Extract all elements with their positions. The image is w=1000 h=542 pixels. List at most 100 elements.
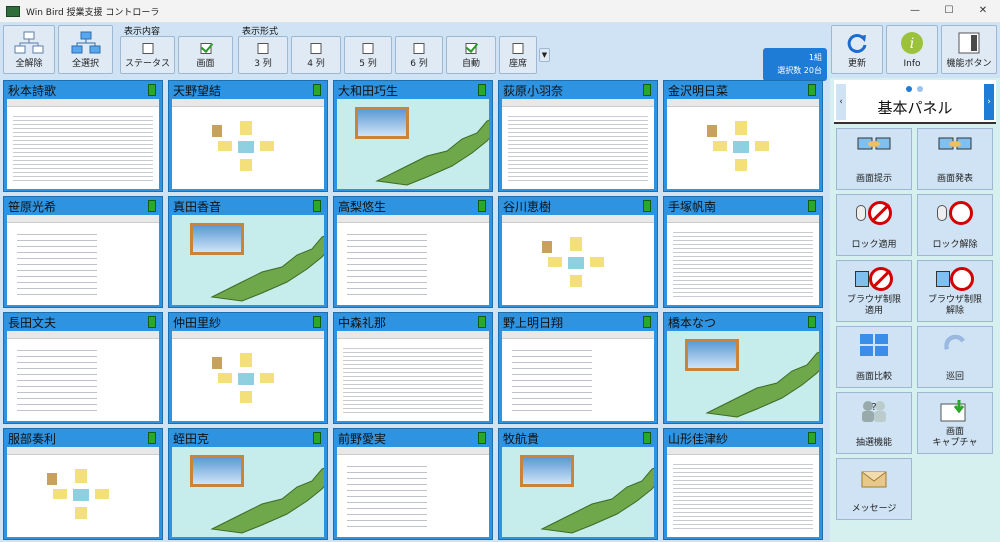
browser-restrict-release-button[interactable]: ブラウザ制限 解除 xyxy=(917,260,993,322)
select-all-button[interactable]: 全選択 xyxy=(58,25,113,74)
screen-thumbnail[interactable] xyxy=(337,215,489,305)
people-question-icon: ? xyxy=(862,401,886,422)
capture-download-icon xyxy=(940,400,966,422)
student-tile[interactable]: 高梨悠生 xyxy=(333,196,493,308)
more-dropdown[interactable]: ▼ xyxy=(539,48,550,62)
panel-header: ‹ 基本パネル › xyxy=(834,80,996,124)
battery-icon xyxy=(808,200,816,212)
lottery-button[interactable]: ? 抽選機能 xyxy=(836,392,912,454)
sky-photo-image xyxy=(190,455,244,487)
screen-thumbnail[interactable] xyxy=(172,331,324,421)
screen-thumbnail[interactable] xyxy=(337,447,489,537)
screen-thumbnail[interactable] xyxy=(667,331,819,421)
browser-restrict-release-label: ブラウザ制限 解除 xyxy=(918,295,992,317)
student-tile[interactable]: 荻原小羽奈 xyxy=(498,80,658,192)
seat-checkbox[interactable] xyxy=(512,43,524,54)
auto-checkbox[interactable] xyxy=(465,43,477,54)
patrol-button[interactable]: 巡回 xyxy=(917,326,993,388)
student-tile[interactable]: 真田香音 xyxy=(168,196,328,308)
status-checkbox[interactable] xyxy=(142,43,153,54)
screen-thumbnail[interactable] xyxy=(172,447,324,537)
student-tile[interactable]: 天野望結 xyxy=(168,80,328,192)
student-tile[interactable]: 服部奏利 xyxy=(3,428,163,540)
screen-thumbnail[interactable] xyxy=(7,447,159,537)
screen-thumbnail[interactable] xyxy=(667,447,819,537)
capture-line1: 画面 xyxy=(945,427,964,437)
student-tile[interactable]: 手塚帆南 xyxy=(663,196,823,308)
screen-thumbnail[interactable] xyxy=(502,99,654,189)
student-tile[interactable]: 中森礼那 xyxy=(333,312,493,424)
screen-thumbnail[interactable] xyxy=(7,331,159,421)
page-dot-active xyxy=(906,86,912,92)
refresh-button[interactable]: 更新 xyxy=(831,25,883,74)
battery-icon xyxy=(313,432,321,444)
minimize-button[interactable]: — xyxy=(900,0,930,22)
clear-all-button[interactable]: 全解除 xyxy=(3,25,55,74)
lock-apply-button[interactable]: ロック適用 xyxy=(836,194,912,256)
info-button[interactable]: i Info xyxy=(886,25,938,74)
student-tile[interactable]: 仲田里紗 xyxy=(168,312,328,424)
panel-next-arrow[interactable]: › xyxy=(984,84,994,120)
col4-toggle[interactable]: 4 列 xyxy=(291,36,341,74)
screen-thumbnail[interactable] xyxy=(172,99,324,189)
screen-thumbnail[interactable] xyxy=(337,331,489,421)
screen-thumbnail[interactable] xyxy=(337,99,489,189)
student-tile[interactable]: 笹原光希 xyxy=(3,196,163,308)
screen-thumbnail[interactable] xyxy=(172,215,324,305)
function-button[interactable]: 機能ボタン xyxy=(941,25,997,74)
screen-toggle[interactable]: 画面 xyxy=(178,36,233,74)
screen-thumbnail[interactable] xyxy=(502,215,654,305)
battery-icon xyxy=(148,200,156,212)
browser-release-line2: 解除 xyxy=(945,306,964,316)
maximize-button[interactable]: ☐ xyxy=(934,0,964,22)
student-tile[interactable]: 大和田巧生 xyxy=(333,80,493,192)
status-toggle[interactable]: ステータス xyxy=(120,36,175,74)
message-button[interactable]: メッセージ xyxy=(836,458,912,520)
select-all-label: 全選択 xyxy=(71,59,99,69)
screen-capture-button[interactable]: 画面 キャプチャ xyxy=(917,392,993,454)
col3-checkbox[interactable] xyxy=(257,43,269,54)
document-content xyxy=(512,345,592,415)
col6-checkbox[interactable] xyxy=(413,43,425,54)
compare-screens-button[interactable]: 画面比較 xyxy=(836,326,912,388)
student-tile[interactable]: 金沢明日菜 xyxy=(663,80,823,192)
class-name: 1組 xyxy=(808,53,822,62)
student-tile[interactable]: 牧航貴 xyxy=(498,428,658,540)
screen-checkbox[interactable] xyxy=(200,43,211,54)
student-tile[interactable]: 山形佳津紗 xyxy=(663,428,823,540)
screen-thumbnail[interactable] xyxy=(502,331,654,421)
lock-release-button[interactable]: ロック解除 xyxy=(917,194,993,256)
col5-checkbox[interactable] xyxy=(362,43,374,54)
seat-toggle[interactable]: 座席 xyxy=(499,36,537,74)
browser-restrict-apply-button[interactable]: ブラウザ制限 適用 xyxy=(836,260,912,322)
close-button[interactable]: ✕ xyxy=(968,0,998,22)
student-tile[interactable]: 谷川恵樹 xyxy=(498,196,658,308)
spreadsheet-content xyxy=(673,461,813,531)
col5-toggle[interactable]: 5 列 xyxy=(344,36,392,74)
lock-apply-icon xyxy=(856,201,892,225)
auto-toggle[interactable]: 自動 xyxy=(446,36,496,74)
browser-bar xyxy=(172,99,324,107)
screen-thumbnail[interactable] xyxy=(7,215,159,305)
col4-checkbox[interactable] xyxy=(310,43,322,54)
spreadsheet-content xyxy=(343,345,483,415)
col3-toggle[interactable]: 3 列 xyxy=(238,36,288,74)
student-tile[interactable]: 野上明日翔 xyxy=(498,312,658,424)
battery-icon xyxy=(313,200,321,212)
screen-thumbnail[interactable] xyxy=(667,99,819,189)
student-tile[interactable]: 蛭田克 xyxy=(168,428,328,540)
announce-screen-button[interactable]: 画面発表 xyxy=(917,128,993,190)
screen-thumbnail[interactable] xyxy=(7,99,159,189)
sky-photo-image xyxy=(355,107,409,139)
student-tile[interactable]: 秋本詩歌 xyxy=(3,80,163,192)
student-tile[interactable]: 前野愛実 xyxy=(333,428,493,540)
student-tile[interactable]: 橋本なつ xyxy=(663,312,823,424)
student-tile[interactable]: 長田文夫 xyxy=(3,312,163,424)
screen-thumbnail[interactable] xyxy=(667,215,819,305)
battery-icon xyxy=(478,316,486,328)
info-icon: i xyxy=(901,32,923,54)
screen-thumbnail[interactable] xyxy=(502,447,654,537)
col6-toggle[interactable]: 6 列 xyxy=(395,36,443,74)
sky-photo-image xyxy=(190,223,244,255)
present-screen-button[interactable]: 画面提示 xyxy=(836,128,912,190)
